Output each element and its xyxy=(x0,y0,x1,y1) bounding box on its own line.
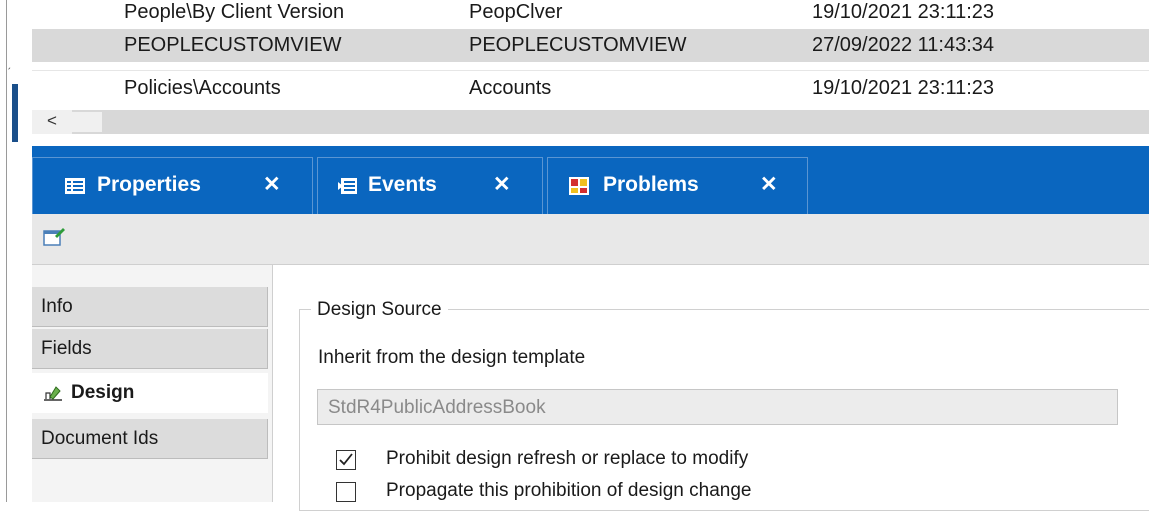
sidenav-item-info[interactable]: Info xyxy=(32,287,268,327)
table-cell-date: 27/09/2022 11:43:34 xyxy=(812,34,995,56)
inherit-label: Inherit from the design template xyxy=(318,347,586,368)
edit-document-icon[interactable] xyxy=(42,224,66,248)
sidenav-item-label: Info xyxy=(41,296,73,317)
close-icon[interactable]: ✕ xyxy=(760,172,778,197)
design-icon xyxy=(44,386,62,401)
tab-events[interactable]: Events ✕ xyxy=(317,157,543,214)
sidenav-item-document-ids[interactable]: Document Ids xyxy=(32,419,268,459)
edge-tick-mark: ˏ xyxy=(7,56,11,70)
table-cell-name: PEOPLECUSTOMVIEW xyxy=(124,34,342,56)
sidenav-item-design[interactable]: Design xyxy=(32,373,268,413)
properties-toolbar xyxy=(32,214,1149,265)
table-cell-name: People\By Client Version xyxy=(124,1,345,23)
tab-properties[interactable]: Properties ✕ xyxy=(32,157,313,214)
checkbox-unchecked[interactable] xyxy=(336,482,356,502)
tab-problems[interactable]: Problems ✕ xyxy=(547,157,808,214)
checkbox-checked[interactable] xyxy=(336,450,356,470)
table-cell-alias: PEOPLECUSTOMVIEW xyxy=(469,34,687,56)
tab-properties-label: Properties xyxy=(97,173,201,196)
sidenav-item-label: Document Ids xyxy=(41,428,159,449)
checkbox-label: Propagate this prohibition of design cha… xyxy=(386,480,752,501)
tab-problems-label: Problems xyxy=(603,173,699,196)
close-icon[interactable]: ✕ xyxy=(493,172,511,197)
divider xyxy=(6,0,7,502)
tab-events-label: Events xyxy=(368,173,437,196)
design-panel: Design Source Inherit from the design te… xyxy=(273,265,1149,511)
close-icon[interactable]: ✕ xyxy=(263,172,281,197)
checkmark-icon xyxy=(339,453,353,466)
design-template-field[interactable]: StdR4PublicAddressBook xyxy=(317,389,1118,425)
sidenav-item-label: Fields xyxy=(41,338,92,359)
table-cell-alias: PeopClver xyxy=(469,1,563,23)
left-accent-bar xyxy=(12,84,18,142)
sidenav-item-fields[interactable]: Fields xyxy=(32,329,268,369)
checkbox-label: Prohibit design refresh or replace to mo… xyxy=(386,448,749,469)
table-row[interactable]: Policies\Accounts Accounts 19/10/2021 23… xyxy=(32,72,1149,105)
sidenav-item-label: Design xyxy=(71,382,135,403)
table-cell-name: Policies\Accounts xyxy=(124,77,281,99)
table-cell-alias: Accounts xyxy=(469,77,552,99)
problems-icon xyxy=(569,177,589,195)
table-row[interactable]: People\By Client Version PeopClver 19/10… xyxy=(32,0,1149,29)
left-edge-strip: ˏ xyxy=(0,0,32,502)
events-icon xyxy=(338,178,357,194)
properties-icon xyxy=(65,178,85,194)
table-row-selected[interactable]: PEOPLECUSTOMVIEW PEOPLECUSTOMVIEW 27/09/… xyxy=(32,29,1149,62)
group-title: Design Source xyxy=(311,299,448,321)
scrollbar-thumb[interactable] xyxy=(72,112,102,132)
tab-bar: Properties ✕ Events ✕ Problems ✕ xyxy=(32,146,1149,214)
horizontal-scrollbar[interactable]: < xyxy=(32,110,1149,134)
scroll-left-arrow-icon[interactable]: < xyxy=(32,110,72,134)
row-divider xyxy=(32,70,1149,71)
properties-sidenav: Info Fields Design Document Ids xyxy=(32,265,273,502)
table-cell-date: 19/10/2021 23:11:23 xyxy=(812,77,995,99)
table-cell-date: 19/10/2021 23:11:23 xyxy=(812,1,995,23)
